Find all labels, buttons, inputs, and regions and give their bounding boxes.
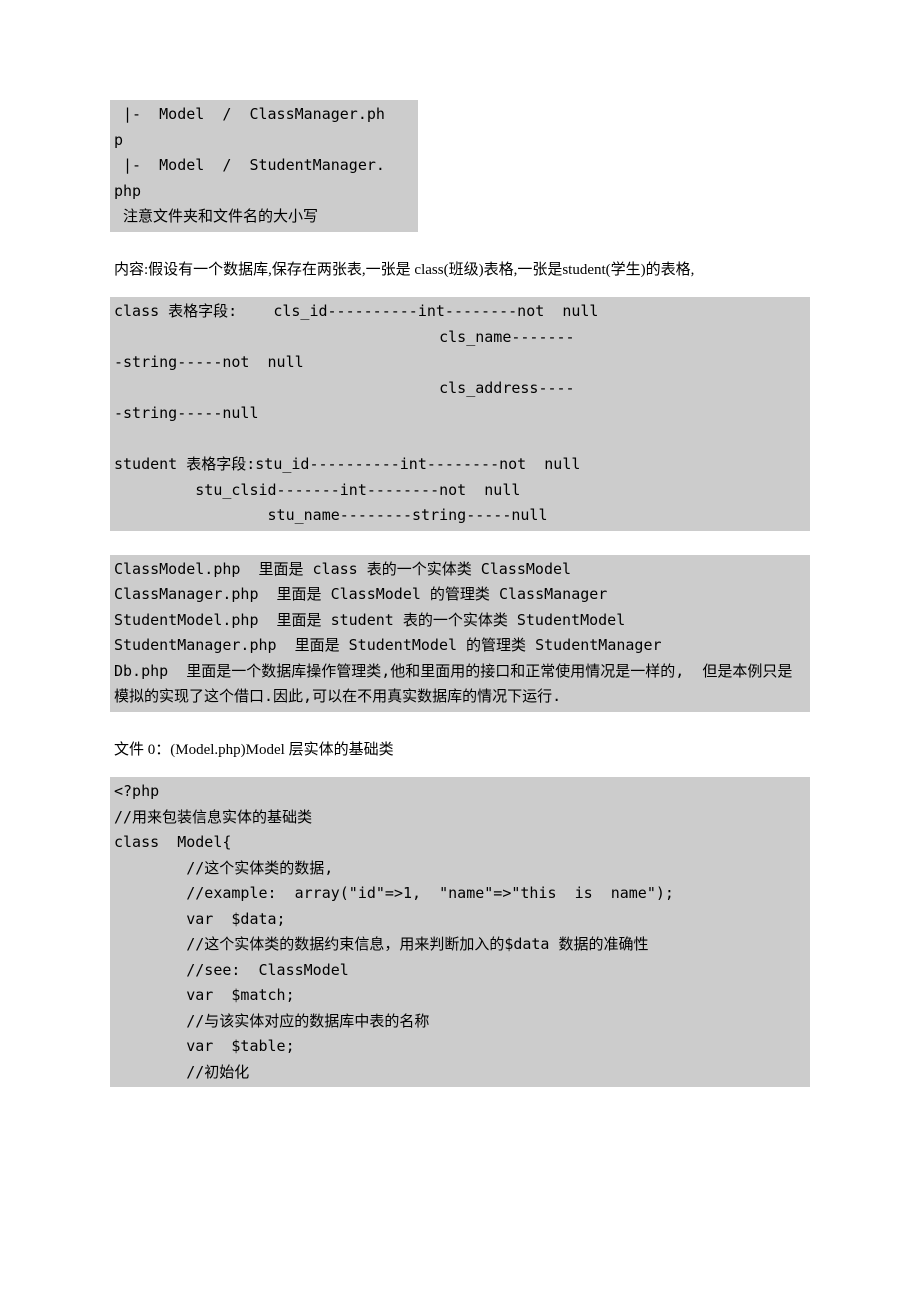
spacer [110,712,810,736]
spacer [110,285,810,297]
file-heading: 文件 0：(Model.php)Model 层实体的基础类 [110,736,810,766]
intro-paragraph: 内容:假设有一个数据库,保存在两张表,一张是 class(班级)表格,一张是st… [110,256,810,286]
spacer [110,232,810,256]
code-block-table-schema: class 表格字段: cls_id----------int--------n… [110,297,810,531]
spacer [110,531,810,555]
document-page: |- Model / ClassManager.ph p |- Model / … [0,0,920,1147]
code-block-php-model: <?php //用来包装信息实体的基础类 class Model{ //这个实体… [110,777,810,1087]
code-block-file-structure: |- Model / ClassManager.ph p |- Model / … [110,100,418,232]
code-block-file-descriptions: ClassModel.php 里面是 class 表的一个实体类 ClassMo… [110,555,810,712]
spacer [110,765,810,777]
